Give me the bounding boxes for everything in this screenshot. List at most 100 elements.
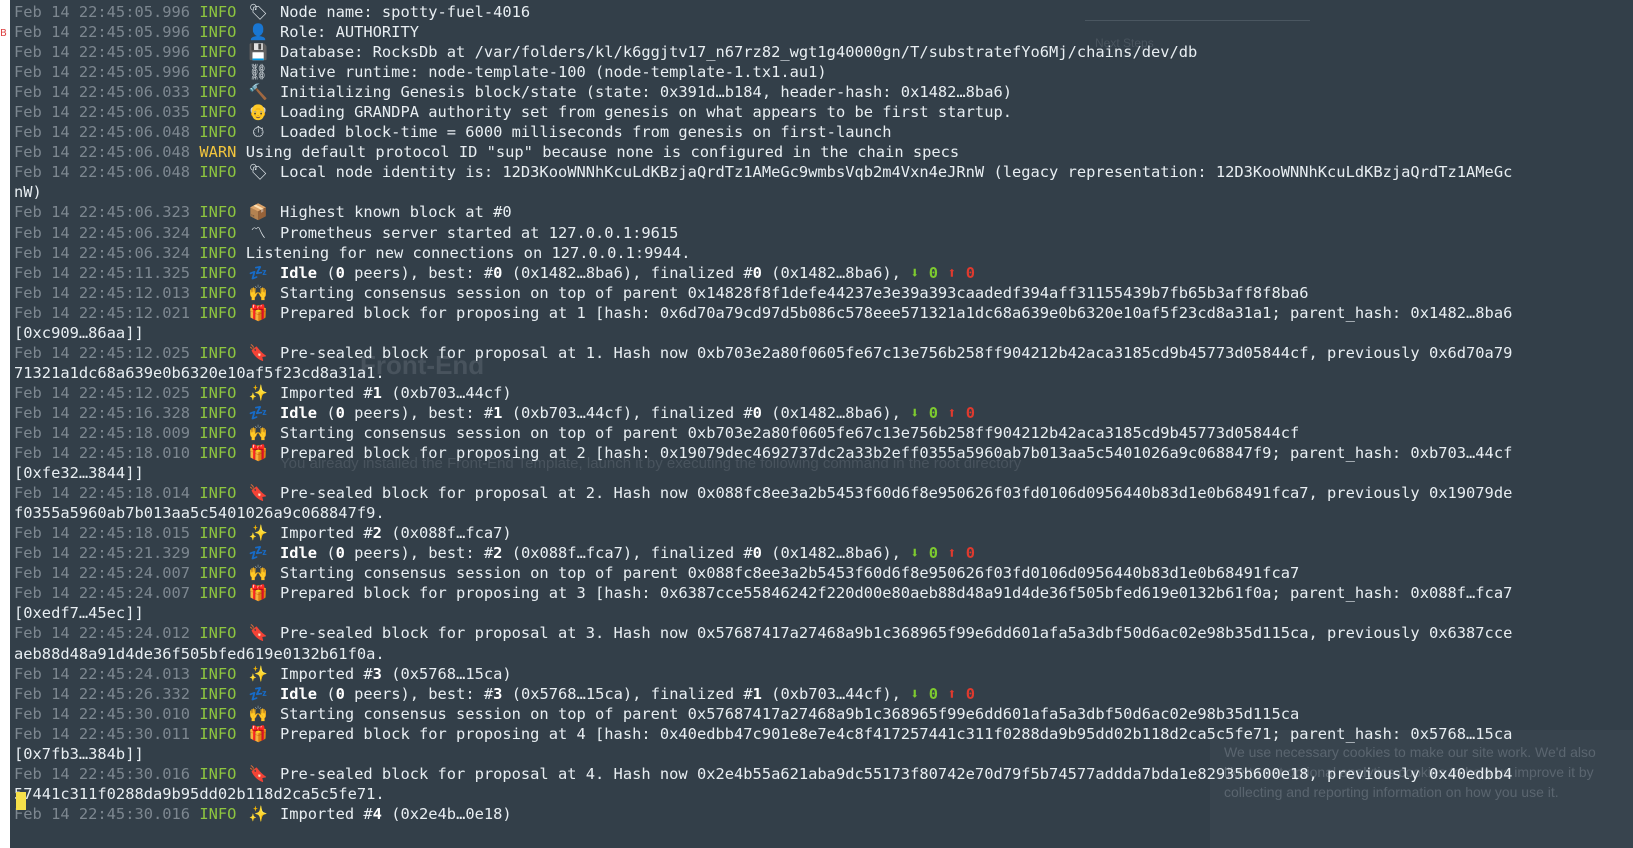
log-message: 0	[752, 263, 762, 282]
log-level: INFO	[199, 283, 237, 302]
log-message: Pre-sealed block for proposal at 2. Hash…	[279, 484, 1513, 503]
log-continuation: 57441c311f0288da9b95dd02b118d2ca5c5fe71.	[14, 784, 385, 803]
log-message: (0x088f…fca7)	[381, 524, 512, 543]
log-continuation: [0xc909…86aa]]	[14, 323, 144, 342]
log-message: 0	[335, 403, 345, 422]
log-emoji-icon: 💤	[248, 684, 268, 703]
log-timestamp: Feb 14 22:45:16.328	[14, 403, 191, 422]
log-line: aeb88d48a91d4de36f505bfed619e0132b61f0a.	[14, 644, 1633, 664]
log-message: Node name: spotty-fuel-4016	[279, 3, 531, 21]
log-timestamp: Feb 14 22:45:18.014	[14, 484, 191, 503]
upload-arrow: ⬆ 0	[947, 684, 976, 703]
log-line: Feb 14 22:45:06.035 INFO 👴 Loading GRAND…	[14, 102, 1633, 122]
log-timestamp: Feb 14 22:45:30.010	[14, 704, 191, 723]
log-emoji-icon: 🔨	[248, 83, 268, 102]
log-message: Idle	[279, 544, 318, 563]
log-emoji-icon: 🔖	[248, 624, 268, 643]
log-emoji-icon: 🔖	[248, 343, 268, 362]
log-continuation: [0xfe32…3844]]	[14, 464, 144, 483]
log-level: INFO	[199, 103, 237, 122]
log-message: (0x088f…fca7), finalized #	[502, 544, 753, 563]
log-line: Feb 14 22:45:12.025 INFO ✨ Imported #1 (…	[14, 383, 1633, 403]
log-message: Listening for new connections on 127.0.0…	[245, 243, 691, 262]
log-emoji-icon: 〽	[250, 223, 266, 242]
log-level: INFO	[199, 63, 237, 82]
log-line: Feb 14 22:45:18.014 INFO 🔖 Pre-sealed bl…	[14, 483, 1633, 503]
log-level: INFO	[199, 484, 237, 503]
log-level: INFO	[199, 23, 237, 42]
log-line: Feb 14 22:45:05.996 INFO 👤 Role: AUTHORI…	[14, 22, 1633, 42]
log-emoji-icon: 🙌	[248, 283, 268, 302]
log-message: Loading GRANDPA authority set from genes…	[279, 103, 1012, 122]
log-message: (0x1482…8ba6),	[761, 544, 911, 563]
log-level: INFO	[199, 163, 237, 182]
log-message: (0x1482…8ba6),	[761, 263, 911, 282]
log-emoji-icon: 👴	[248, 103, 268, 122]
log-level: INFO	[199, 544, 237, 563]
log-timestamp: Feb 14 22:45:30.016	[14, 764, 191, 783]
log-timestamp: Feb 14 22:45:18.009	[14, 423, 191, 442]
log-line: Feb 14 22:45:26.332 INFO 💤 Idle (0 peers…	[14, 684, 1633, 704]
log-message: (0x5768…15ca)	[381, 664, 512, 683]
log-line: Feb 14 22:45:24.013 INFO ✨ Imported #3 (…	[14, 664, 1633, 684]
log-continuation: nW)	[14, 183, 42, 202]
log-message: Database: RocksDb at /var/folders/kl/k6g…	[279, 43, 1198, 62]
log-emoji-icon: 🎁	[248, 724, 268, 743]
log-level: INFO	[199, 724, 237, 743]
log-level: INFO	[199, 263, 237, 282]
log-level: INFO	[199, 664, 237, 683]
log-emoji-icon: ⏱	[252, 123, 265, 142]
log-level: INFO	[199, 203, 237, 222]
log-emoji-icon: 💤	[248, 263, 268, 282]
download-arrow: ⬇ 0	[910, 684, 938, 703]
log-message: Pre-sealed block for proposal at 4. Hash…	[279, 764, 1513, 783]
log-level: INFO	[199, 524, 237, 543]
log-level: INFO	[199, 243, 237, 262]
log-line: Feb 14 22:45:06.048 INFO 🏷 Local node id…	[14, 162, 1633, 182]
log-message	[938, 264, 947, 282]
log-message: (	[317, 544, 336, 563]
log-message: (	[317, 403, 336, 422]
log-line: Feb 14 22:45:30.011 INFO 🎁 Prepared bloc…	[14, 724, 1633, 744]
log-timestamp: Feb 14 22:45:12.025	[14, 343, 191, 362]
log-emoji-icon: ✨	[248, 804, 268, 823]
log-message: Starting consensus session on top of par…	[279, 423, 1300, 442]
log-level: INFO	[199, 444, 237, 463]
log-emoji-icon: ⛓	[248, 63, 268, 82]
log-message: 0	[335, 263, 345, 282]
log-line: Feb 14 22:45:06.033 INFO 🔨 Initializing …	[14, 82, 1633, 102]
log-level: INFO	[199, 3, 237, 21]
log-continuation: f0355a5960ab7b013aa5c5401026a9c068847f9.	[14, 504, 385, 523]
log-timestamp: Feb 14 22:45:12.021	[14, 303, 191, 322]
log-timestamp: Feb 14 22:45:18.015	[14, 524, 191, 543]
log-continuation: [0xedf7…45ec]]	[14, 604, 144, 623]
log-message: Starting consensus session on top of par…	[279, 704, 1300, 723]
log-line: Feb 14 22:45:18.015 INFO ✨ Imported #2 (…	[14, 523, 1633, 543]
log-emoji-icon: 🔖	[248, 484, 268, 503]
log-timestamp: Feb 14 22:45:05.996	[14, 43, 191, 62]
log-message	[938, 544, 947, 562]
log-line: Feb 14 22:45:11.325 INFO 💤 Idle (0 peers…	[14, 263, 1633, 283]
log-line: [0x7fb3…384b]]	[14, 744, 1633, 764]
log-timestamp: Feb 14 22:45:24.007	[14, 584, 191, 603]
log-timestamp: Feb 14 22:45:06.048	[14, 123, 191, 142]
log-line: Feb 14 22:45:06.323 INFO 📦 Highest known…	[14, 202, 1633, 222]
log-emoji-icon: 🏷	[248, 163, 268, 182]
log-level: INFO	[199, 764, 237, 783]
log-message: Imported #	[279, 804, 373, 823]
terminal-log-output: Feb 14 22:45:05.996 INFO 🏷 Node name: sp…	[14, 2, 1633, 824]
log-timestamp: Feb 14 22:45:06.048	[14, 163, 191, 182]
log-message: 4	[372, 804, 382, 823]
log-message: 0	[335, 544, 345, 563]
log-message: (	[317, 684, 336, 703]
terminal-window[interactable]: Next Steps Front-End You already install…	[10, 0, 1633, 848]
log-line: Feb 14 22:45:12.025 INFO 🔖 Pre-sealed bl…	[14, 343, 1633, 363]
log-timestamp: Feb 14 22:45:05.996	[14, 3, 191, 21]
log-emoji-icon: 🔖	[248, 764, 268, 783]
log-emoji-icon: 📦	[248, 203, 268, 222]
log-timestamp: Feb 14 22:45:11.325	[14, 263, 191, 282]
log-timestamp: Feb 14 22:45:05.996	[14, 63, 191, 82]
log-line: Feb 14 22:45:06.048 WARN Using default p…	[14, 142, 1633, 162]
log-line: Feb 14 22:45:05.996 INFO 🏷 Node name: sp…	[14, 2, 1633, 22]
log-message: peers), best: #	[344, 544, 494, 563]
